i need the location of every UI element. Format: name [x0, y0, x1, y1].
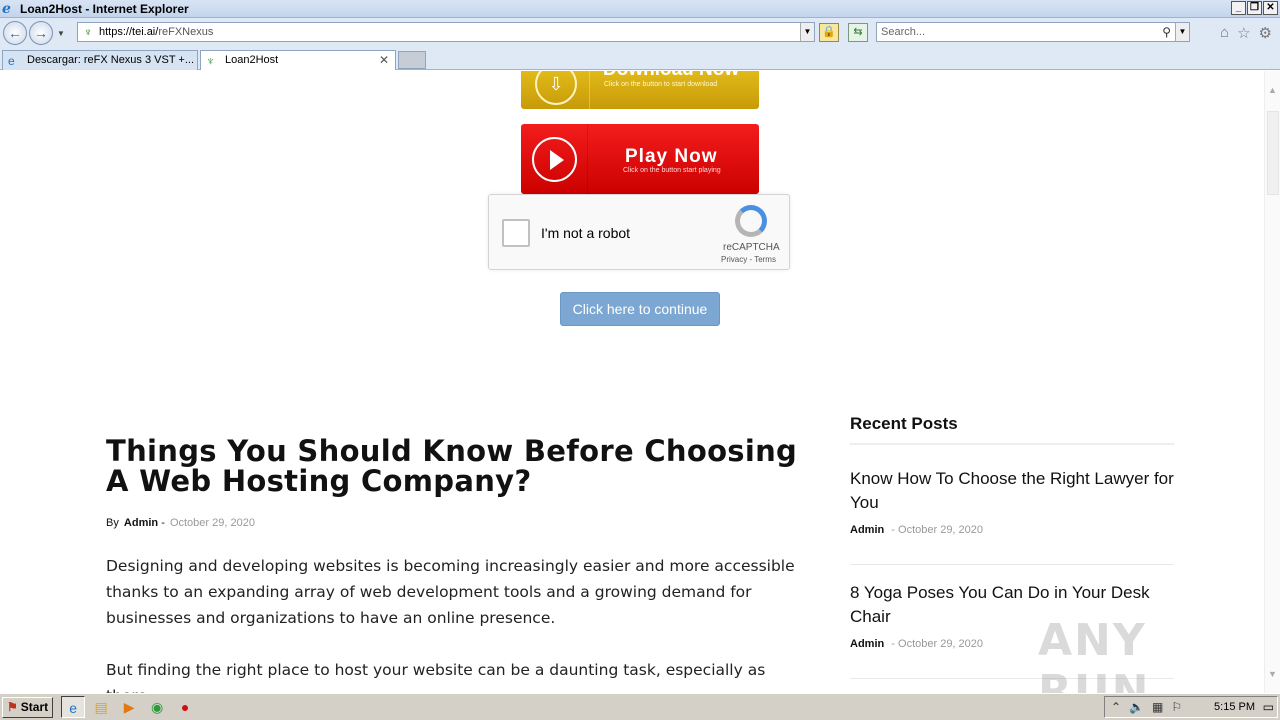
play-title: Play Now	[625, 146, 718, 167]
close-window-button[interactable]: ✕	[1263, 1, 1278, 15]
clock[interactable]: 5:15 PM	[1214, 701, 1255, 713]
anyrun-watermark: ANY RUN	[1038, 615, 1151, 693]
recent-post-date: - October 29, 2020	[891, 638, 984, 650]
tab-strip: e Descargar: reFX Nexus 3 VST +... ♆ Loa…	[0, 48, 1280, 70]
scroll-down-icon[interactable]: ▼	[1268, 669, 1277, 679]
windows-taskbar: ⚑ Start e ▤ ▶ ◉ ● ⌃ 🔈 ▦ ⚐ 5:15 PM ▭	[0, 693, 1280, 720]
recaptcha-logo-icon	[735, 205, 767, 237]
settings-gear-icon[interactable]: ⚙	[1259, 24, 1272, 42]
page-scrollbar[interactable]: ▲ ▼	[1264, 71, 1280, 693]
article-author-link[interactable]: Admin	[124, 517, 158, 529]
media-player-icon[interactable]: ▶	[117, 696, 141, 718]
window-controls: _ ❐ ✕	[1231, 1, 1278, 15]
minimize-button[interactable]: _	[1231, 1, 1246, 15]
new-tab-button[interactable]	[398, 51, 426, 69]
start-button[interactable]: ⚑ Start	[2, 696, 54, 718]
sidebar-divider	[850, 443, 1174, 445]
play-now-button[interactable]: Play Now Click on the button start playi…	[521, 124, 759, 194]
volume-icon[interactable]: 🔈	[1129, 700, 1144, 714]
download-title: Download Now	[603, 71, 739, 81]
show-hidden-icons-icon[interactable]: ⌃	[1111, 700, 1121, 714]
windows-flag-icon: ⚑	[7, 700, 18, 714]
close-tab-icon[interactable]: ✕	[379, 51, 389, 69]
address-bar[interactable]: ♆ https://tei.ai/reFXNexus ▼	[77, 22, 815, 42]
refresh-icon[interactable]: ⇆	[848, 23, 868, 42]
url-path: reFXNexus	[158, 26, 214, 38]
chrome-icon[interactable]: ◉	[145, 696, 169, 718]
history-dropdown-icon[interactable]: ▼	[57, 29, 65, 38]
recaptcha-checkbox[interactable]	[502, 219, 530, 247]
recent-post-date: - October 29, 2020	[891, 524, 984, 536]
article-paragraph: But finding the right place to host your…	[106, 661, 766, 693]
opera-icon[interactable]: ●	[173, 696, 197, 718]
recaptcha-privacy-terms-link[interactable]: Privacy - Terms	[721, 255, 776, 264]
tab-label: Descargar: reFX Nexus 3 VST +...	[27, 54, 194, 66]
start-label: Start	[20, 700, 49, 714]
play-icon	[532, 137, 577, 182]
search-dropdown-icon[interactable]: ▼	[1175, 23, 1189, 41]
home-icon[interactable]: ⌂	[1220, 24, 1229, 42]
search-input[interactable]: Search... ⚲ ▼	[876, 22, 1190, 42]
scroll-up-icon[interactable]: ▲	[1268, 85, 1277, 95]
address-dropdown-icon[interactable]: ▼	[800, 23, 814, 41]
window-titlebar: e Loan2Host - Internet Explorer _ ❐ ✕	[0, 0, 1280, 18]
browser-controls: ⌂ ☆ ⚙	[1220, 24, 1272, 42]
recent-post-author-link[interactable]: Admin	[850, 524, 884, 536]
button-divider	[587, 124, 588, 194]
search-placeholder: Search...	[881, 26, 926, 38]
recaptcha-label: I'm not a robot	[541, 225, 631, 241]
network-icon[interactable]: ▦	[1152, 700, 1163, 714]
article-meta: By Admin - October 29, 2020	[106, 517, 255, 529]
download-subtitle: Click on the button to start download	[604, 81, 718, 88]
forward-button[interactable]: →	[29, 21, 53, 45]
scroll-thumb[interactable]	[1267, 111, 1279, 195]
url-host: https://tei.ai/	[99, 26, 159, 38]
site-tab-icon: ♆	[206, 54, 215, 68]
continue-button[interactable]: Click here to continue	[560, 292, 720, 326]
lock-icon[interactable]: 🔒	[819, 23, 839, 42]
explorer-folder-icon[interactable]: ▤	[89, 696, 113, 718]
tab-descargar[interactable]: e Descargar: reFX Nexus 3 VST +...	[2, 50, 198, 70]
web-page: ⇩ Download Now Click on the button to st…	[0, 71, 1264, 693]
download-icon: ⇩	[535, 71, 577, 105]
recent-post-author-link[interactable]: Admin	[850, 638, 884, 650]
restore-button[interactable]: ❐	[1247, 1, 1262, 15]
post-divider	[850, 564, 1174, 565]
recaptcha-brand: reCAPTCHA	[723, 242, 780, 253]
article-title: Things You Should Know Before Choosing A…	[106, 434, 798, 498]
show-desktop-icon[interactable]: ▭	[1263, 700, 1274, 714]
recent-post-meta: Admin - October 29, 2020	[850, 524, 1174, 536]
tray-icons: ⌃ 🔈 ▦ ⚐	[1111, 700, 1182, 714]
ie-taskbar-icon[interactable]: e	[61, 696, 86, 718]
play-subtitle: Click on the button start playing	[623, 167, 721, 174]
system-tray: ⌃ 🔈 ▦ ⚐ 5:15 PM ▭	[1104, 696, 1278, 718]
button-divider	[589, 71, 590, 109]
recaptcha-widget: I'm not a robot reCAPTCHA Privacy - Term…	[488, 194, 790, 270]
recent-posts-heading: Recent Posts	[850, 414, 958, 433]
article-date: October 29, 2020	[169, 517, 255, 529]
search-icon[interactable]: ⚲	[1162, 23, 1171, 41]
back-button[interactable]: ←	[3, 21, 27, 45]
tab-label: Loan2Host	[225, 54, 279, 66]
tab-loan2host[interactable]: ♆ Loan2Host ✕	[200, 50, 396, 70]
article-meta-separator: -	[161, 517, 165, 529]
site-favicon-icon: ♆	[83, 25, 93, 39]
download-now-button[interactable]: ⇩ Download Now Click on the button to st…	[521, 71, 759, 109]
article-by: By	[106, 517, 119, 529]
action-center-flag-icon[interactable]: ⚐	[1171, 700, 1182, 714]
navigation-bar: ← → ▼ ♆ https://tei.ai/reFXNexus ▼ 🔒 ⇆ S…	[0, 18, 1280, 48]
window-title: Loan2Host - Internet Explorer	[20, 1, 189, 16]
recent-post-title-link[interactable]: Know How To Choose the Right Lawyer for …	[850, 467, 1174, 515]
article-paragraph: Designing and developing websites is bec…	[106, 557, 795, 627]
ie-tab-icon: e	[8, 54, 15, 68]
ie-logo-icon: e	[2, 0, 11, 17]
favorites-star-icon[interactable]: ☆	[1237, 24, 1250, 42]
recent-post-item: Know How To Choose the Right Lawyer for …	[850, 467, 1174, 536]
